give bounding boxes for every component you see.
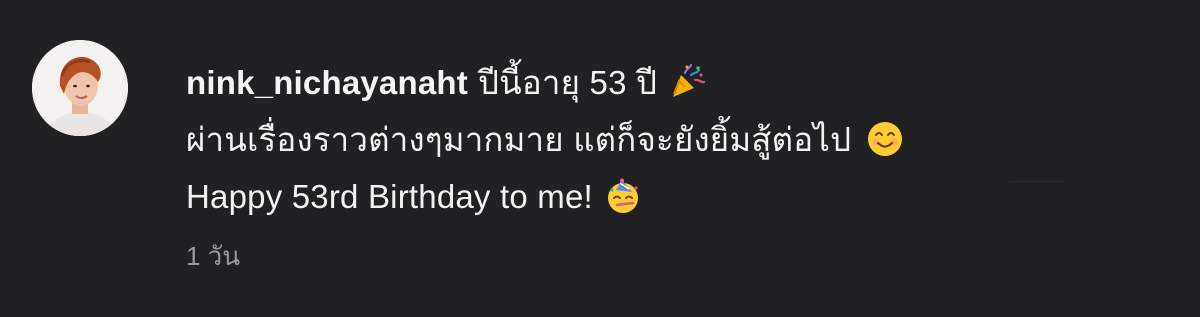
comment-line-3: Happy 53rd Birthday to me! [186,168,1146,225]
comment-text-3: Happy 53rd Birthday to me! [186,178,593,215]
comment-line-1: nink_nichayanaht ปีนี้อายุ 53 ปี [186,54,1146,111]
partying-face-icon [607,178,638,213]
divider [1010,181,1066,182]
avatar[interactable] [32,40,128,136]
avatar-image [32,40,128,136]
comment-timestamp: 1 วัน [186,241,241,271]
comment-line-2: ผ่านเรื่องราวต่างๆมากมาย แต่ก็จะยังยิ้มส… [186,111,1146,168]
comment: nink_nichayanaht ปีนี้อายุ 53 ปี ผ่านเรื่… [32,40,1162,280]
smiling-face-icon [868,122,903,156]
party-popper-icon [673,64,706,97]
comment-text-2: ผ่านเรื่องราวต่างๆมากมาย แต่ก็จะยังยิ้มส… [186,121,852,158]
username-link[interactable]: nink_nichayanaht [186,64,468,101]
comment-text-1: ปีนี้อายุ 53 ปี [477,64,658,101]
comment-body: nink_nichayanaht ปีนี้อายุ 53 ปี ผ่านเรื่… [186,54,1146,225]
